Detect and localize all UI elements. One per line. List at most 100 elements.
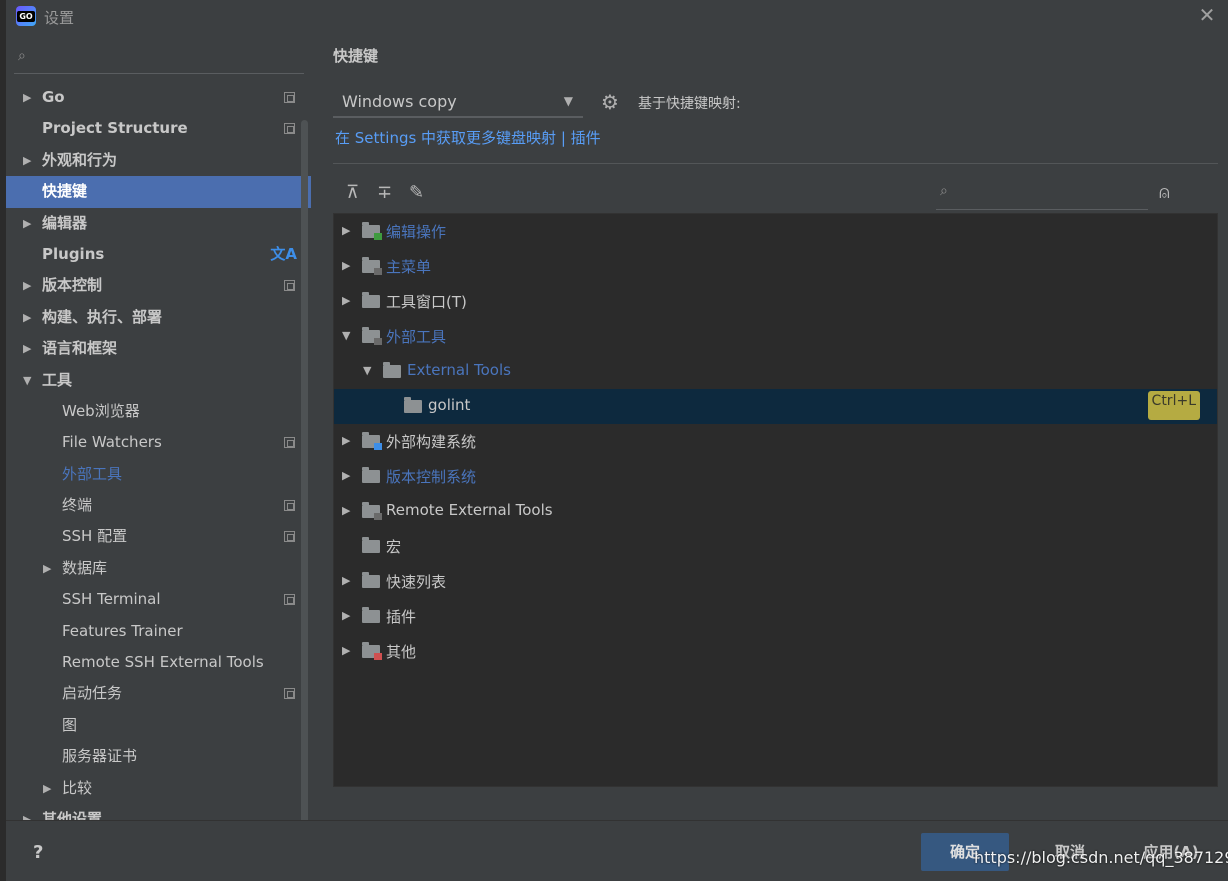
chevron-right-icon[interactable]: ▶ (43, 773, 51, 804)
sidebar-item[interactable]: ▶ 版本控制 (6, 270, 311, 301)
chevron-down-icon[interactable]: ▼ (342, 329, 350, 342)
tree-row[interactable]: ▶ 工具窗口(T) (334, 284, 1217, 319)
sidebar-item[interactable]: ▶ 外观和行为 (6, 145, 311, 176)
sidebar-item[interactable]: 快捷键 (6, 176, 311, 208)
sidebar-item[interactable]: ▶ 构建、执行、部署 (6, 302, 311, 333)
chevron-right-icon[interactable]: ▶ (23, 208, 31, 239)
chevron-right-icon[interactable]: ▶ (342, 644, 350, 657)
tree-row[interactable]: ▶ Remote External Tools (334, 494, 1217, 529)
sidebar-item-label: 快捷键 (42, 182, 88, 201)
shortcut-badge: Ctrl+L (1147, 391, 1200, 420)
based-on-label: 基于快捷键映射: (638, 96, 741, 112)
sidebar-item-label: Project Structure (42, 119, 188, 138)
sidebar-item[interactable]: Web浏览器 (6, 396, 311, 427)
tree-row[interactable]: golint Ctrl+L (334, 389, 1217, 424)
sidebar-item-label: SSH Terminal (62, 590, 161, 609)
chevron-right-icon[interactable]: ▶ (342, 574, 350, 587)
chevron-right-icon[interactable]: ▶ (342, 469, 350, 482)
keymap-dropdown-value: Windows copy (342, 92, 457, 111)
tree-row[interactable]: ▶ 外部构建系统 (334, 424, 1217, 459)
sidebar-item[interactable]: Project Structure (6, 113, 311, 144)
folder-icon (362, 257, 382, 275)
sidebar-item[interactable]: ▶ 其他设置 (6, 804, 311, 820)
chevron-right-icon[interactable]: ▶ (23, 804, 31, 820)
sidebar-item-label: Web浏览器 (62, 401, 140, 420)
sidebar-item[interactable]: ▶ 比较 (6, 773, 311, 804)
sidebar-item[interactable]: 启动任务 (6, 678, 311, 709)
gear-icon[interactable]: ⚙ (601, 90, 619, 114)
tree-row[interactable]: ▶ 其他 (334, 634, 1217, 669)
close-icon[interactable]: ✕ (1196, 4, 1218, 26)
tree-row[interactable]: ▶ 版本控制系统 (334, 459, 1217, 494)
tree-row[interactable]: ▶ 主菜单 (334, 249, 1217, 284)
sidebar-item[interactable]: 终端 (6, 490, 311, 521)
tree-row-label: 插件 (386, 608, 417, 626)
chevron-right-icon[interactable]: ▶ (23, 145, 31, 176)
keymap-dropdown[interactable]: Windows copy ▼ (333, 88, 583, 118)
dialog-footer: ? 确定 取消 应用(A) https://blog.csdn.net/qq_3… (6, 820, 1228, 881)
keymap-search-input[interactable]: ⌕ (936, 179, 1148, 210)
chevron-right-icon[interactable]: ▶ (342, 294, 350, 307)
tree-row-label: External Tools (407, 361, 511, 379)
tree-row[interactable]: ▶ 插件 (334, 599, 1217, 634)
sidebar-item-label: Go (42, 88, 65, 106)
sidebar-item[interactable]: Plugins 文A (6, 239, 311, 270)
chevron-right-icon[interactable]: ▶ (43, 553, 51, 584)
chevron-right-icon[interactable]: ▶ (342, 259, 350, 272)
tree-row[interactable]: ▶ 快速列表 (334, 564, 1217, 599)
chevron-down-icon[interactable]: ▼ (363, 364, 371, 377)
sidebar-item[interactable]: File Watchers (6, 427, 311, 458)
settings-sidebar: ⌕ ▶ Go Project Structure ▶ 外观和行为快捷键 ▶ 编辑器 Plugi… (6, 34, 311, 820)
sidebar-search-input[interactable]: ⌕ (14, 42, 304, 74)
chevron-right-icon[interactable]: ▶ (23, 302, 31, 333)
sidebar-item[interactable]: SSH Terminal (6, 584, 311, 615)
folder-icon (362, 432, 382, 450)
sidebar-item[interactable]: SSH 配置 (6, 521, 311, 552)
sidebar-item-label: 语言和框架 (42, 339, 118, 358)
chevron-right-icon[interactable]: ▶ (23, 82, 31, 113)
sidebar-item[interactable]: 外部工具 (6, 459, 311, 490)
sidebar-item[interactable]: ▶ 语言和框架 (6, 333, 311, 364)
get-more-keymaps-link[interactable]: 在 Settings 中获取更多键盘映射 | 插件 (335, 127, 601, 148)
sidebar-item[interactable]: Remote SSH External Tools (6, 647, 311, 678)
folder-badge-icon (374, 653, 382, 660)
tree-row-label: Remote External Tools (386, 501, 553, 519)
folder-icon (362, 607, 380, 623)
sidebar-item[interactable]: 图 (6, 710, 311, 741)
titlebar: GO 设置 ✕ (6, 0, 1228, 34)
window-title: 设置 (44, 9, 75, 27)
tree-row[interactable]: 宏 (334, 529, 1217, 564)
sidebar-item[interactable]: ▶ 编辑器 (6, 208, 311, 239)
chevron-right-icon[interactable]: ▶ (23, 333, 31, 364)
folder-badge-icon (374, 338, 382, 345)
collapse-all-icon[interactable]: ∓ (377, 182, 392, 203)
chevron-right-icon[interactable]: ▶ (342, 224, 350, 237)
settings-dialog: GO 设置 ✕ ⌕ ▶ Go Project Structure ▶ 外观和行为快捷键 ▶… (6, 0, 1228, 881)
chevron-right-icon[interactable]: ▶ (342, 504, 350, 517)
expand-all-icon[interactable]: ⊼ (346, 182, 359, 203)
sidebar-item[interactable]: Features Trainer (6, 616, 311, 647)
sidebar-item[interactable]: 服务器证书 (6, 741, 311, 772)
help-button[interactable]: ? (33, 842, 43, 863)
tree-row-label: 其他 (386, 643, 417, 661)
sidebar-scrollbar[interactable] (301, 120, 308, 820)
sidebar-item-label: 其他设置 (42, 809, 103, 820)
sidebar-item-label: 比较 (62, 778, 93, 797)
chevron-right-icon[interactable]: ▶ (23, 270, 31, 301)
tree-row[interactable]: ▼ 外部工具 (334, 319, 1217, 354)
tree-row[interactable]: ▼ External Tools (334, 354, 1217, 389)
sidebar-item-label: 外部工具 (62, 464, 123, 483)
sidebar-item[interactable]: ▶ Go (6, 82, 311, 113)
translate-icon: 文A (270, 244, 297, 263)
chevron-right-icon[interactable]: ▶ (342, 609, 350, 622)
project-level-icon (284, 500, 295, 512)
find-by-shortcut-icon[interactable]: ⍝ (1159, 182, 1170, 203)
sidebar-item[interactable]: ▼ 工具 (6, 365, 311, 396)
sidebar-item-label: 编辑器 (42, 213, 88, 232)
chevron-down-icon[interactable]: ▼ (23, 365, 31, 396)
edit-icon[interactable]: ✎ (409, 182, 424, 203)
tree-row[interactable]: ▶ 编辑操作 (334, 214, 1217, 249)
sidebar-item[interactable]: ▶ 数据库 (6, 553, 311, 584)
folder-icon (362, 222, 382, 240)
chevron-right-icon[interactable]: ▶ (342, 434, 350, 447)
